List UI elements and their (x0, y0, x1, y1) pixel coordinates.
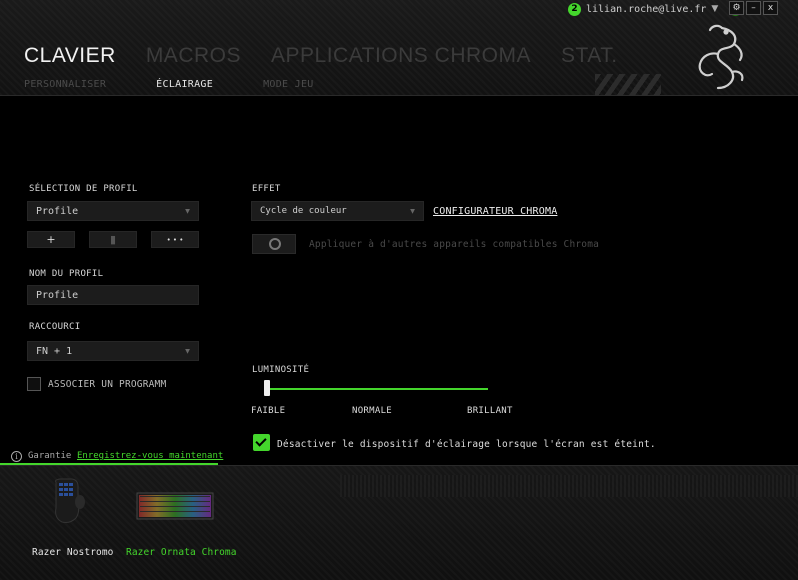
shortcut-select-value: FN + 1 (36, 345, 73, 357)
profile-select[interactable]: Profile ▼ (27, 201, 199, 221)
link-program-label: ASSOCIER UN PROGRAMM (48, 379, 167, 390)
razer-logo-icon (698, 24, 744, 90)
device-ornata-chroma[interactable]: Razer Ornata Chroma (126, 547, 237, 558)
toggle-knob (269, 238, 281, 250)
profile-name-label: NOM DU PROFIL (29, 269, 104, 279)
decorative-stripes (340, 475, 798, 497)
shortcut-label: RACCOURCI (29, 322, 81, 332)
brightness-label: LUMINOSITÉ (252, 365, 310, 375)
effect-select[interactable]: Cycle de couleur ▼ (251, 201, 424, 221)
subtab-mode-jeu[interactable]: MODE JEU (263, 79, 314, 90)
header: 2 lilian.roche@live.fr ▼ ⚙ – x CLAVIER M… (0, 0, 798, 96)
apply-chroma-toggle[interactable] (252, 234, 296, 254)
decorative-stripes (595, 74, 661, 96)
profile-name-input[interactable]: Profile (27, 285, 199, 305)
profile-select-value: Profile (36, 205, 79, 217)
apply-chroma-label: Appliquer à d'autres appareils compatibl… (309, 239, 600, 250)
register-now-link[interactable]: Enregistrez-vous maintenant (77, 451, 223, 461)
chevron-down-icon: ▼ (410, 206, 415, 216)
brightness-mid-label: NORMALE (352, 406, 393, 416)
brightness-slider-track[interactable] (264, 388, 488, 390)
minimize-button[interactable]: – (746, 1, 761, 15)
effect-label: EFFET (252, 184, 281, 194)
chevron-down-icon[interactable]: ▼ (711, 4, 718, 14)
add-profile-button[interactable]: + (27, 231, 75, 248)
main-tabs: CLAVIER MACROS APPLICATIONS CHROMA STAT. (24, 44, 648, 68)
close-button[interactable]: x (763, 1, 778, 15)
tab-macros[interactable]: MACROS (146, 44, 241, 68)
window-controls: ⚙ – x (729, 1, 778, 15)
sub-tabs: PERSONNALISER ÉCLAIRAGE MODE JEU (24, 79, 364, 90)
notification-badge[interactable]: 2 (568, 2, 581, 16)
chroma-configurator-link[interactable]: CONFIGURATEUR CHROMA (433, 206, 557, 217)
shortcut-select[interactable]: FN + 1 ▼ (27, 341, 199, 361)
brightness-low-label: FAIBLE (251, 406, 286, 416)
info-icon: i (11, 451, 22, 462)
active-indicator (0, 463, 218, 465)
warranty-label: Garantie (28, 451, 72, 461)
tab-stat[interactable]: STAT. (561, 44, 618, 68)
nostromo-keypad-icon[interactable] (50, 478, 86, 524)
tab-clavier[interactable]: CLAVIER (24, 44, 116, 68)
settings-button[interactable]: ⚙ (729, 1, 744, 15)
brightness-high-label: BRILLANT (467, 406, 513, 416)
brightness-slider-thumb[interactable] (264, 380, 270, 396)
link-program-checkbox[interactable] (27, 377, 41, 391)
chevron-down-icon: ▼ (185, 206, 190, 216)
lighting-off-label: Désactiver le dispositif d'éclairage lor… (277, 439, 656, 450)
user-area: 2 lilian.roche@live.fr ▼ (568, 1, 743, 17)
user-email[interactable]: lilian.roche@live.fr (586, 4, 706, 15)
delete-profile-button[interactable]: ▮ (89, 231, 137, 248)
lighting-off-checkbox[interactable] (253, 434, 270, 451)
device-nostromo[interactable]: Razer Nostromo (32, 547, 113, 558)
ornata-keyboard-icon[interactable] (136, 492, 214, 520)
profile-selection-label: SÉLECTION DE PROFIL (29, 184, 138, 194)
subtab-eclairage[interactable]: ÉCLAIRAGE (156, 79, 213, 90)
subtab-personnaliser[interactable]: PERSONNALISER (24, 79, 106, 90)
more-options-button[interactable]: • • • (151, 231, 199, 248)
chevron-down-icon: ▼ (185, 346, 190, 356)
effect-select-value: Cycle de couleur (260, 206, 347, 216)
tab-applications-chroma[interactable]: APPLICATIONS CHROMA (271, 44, 531, 68)
